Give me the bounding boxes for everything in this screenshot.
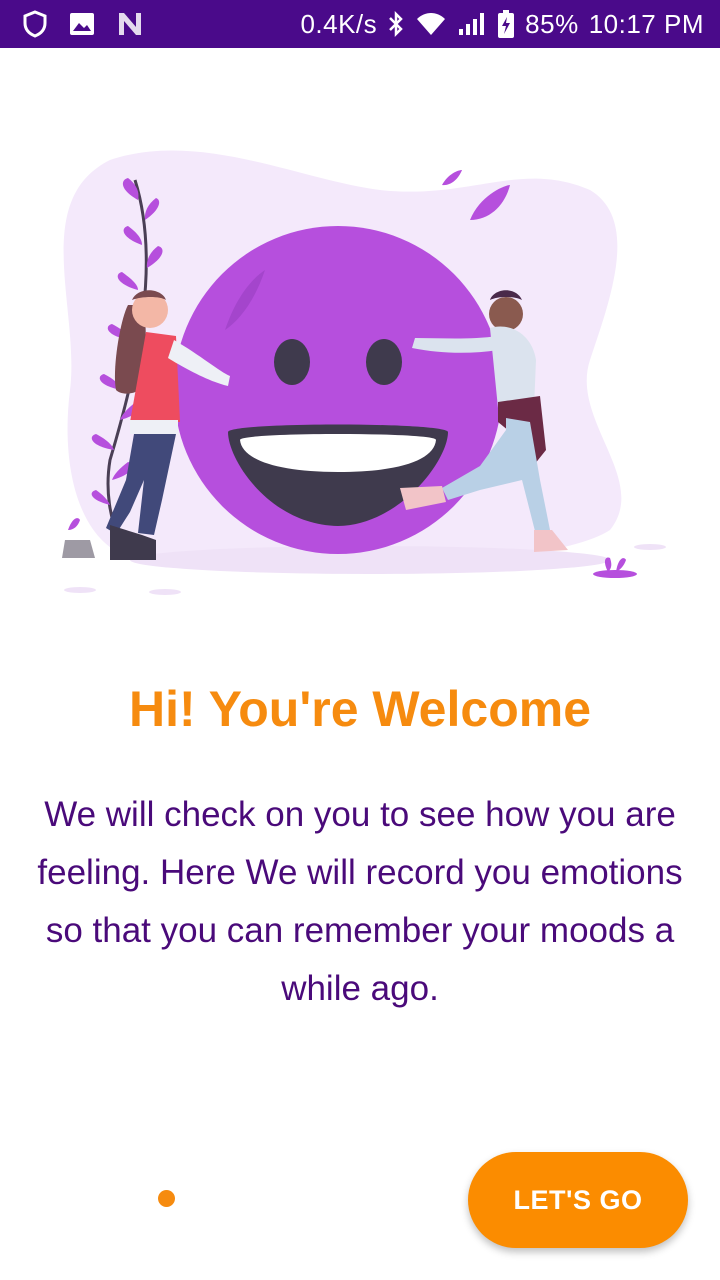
bluetooth-icon: [387, 10, 405, 38]
page-indicator-dot: [158, 1190, 175, 1207]
image-icon: [68, 11, 96, 37]
shield-icon: [22, 10, 48, 38]
network-speed: 0.4K/s: [300, 8, 378, 39]
onboarding-screen: 0.4K/s 85% 10:17 PM Hi! You're Welcome W…: [0, 0, 720, 1280]
clock-time: 10:17 PM: [588, 8, 704, 39]
status-left-icons: [22, 10, 144, 38]
smiley-hug-illustration: [62, 150, 666, 595]
battery-icon: [497, 9, 515, 39]
signal-icon: [457, 11, 487, 37]
status-bar: 0.4K/s 85% 10:17 PM: [0, 0, 720, 48]
welcome-description: We will check on you to see how you are …: [37, 795, 683, 1008]
battery-percent: 85%: [525, 8, 579, 39]
wifi-icon: [415, 11, 447, 37]
status-right: 0.4K/s 85% 10:17 PM: [300, 9, 704, 40]
n-logo-icon: [116, 11, 144, 37]
lets-go-button[interactable]: LET'S GO: [468, 1152, 688, 1248]
welcome-title: Hi! You're Welcome: [128, 681, 591, 737]
